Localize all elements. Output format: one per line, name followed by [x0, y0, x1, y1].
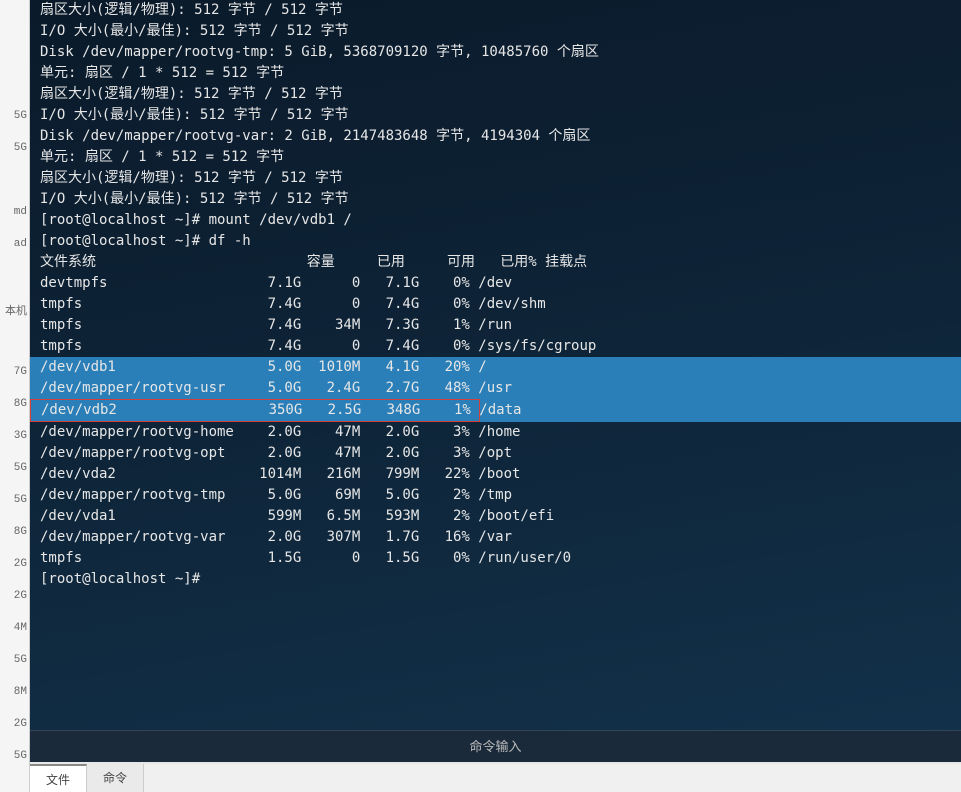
terminal-line: [root@localhost ~]# mount /dev/vdb1 /	[40, 210, 951, 231]
terminal-line: 扇区大小(逻辑/物理): 512 字节 / 512 字节	[40, 84, 951, 105]
tab-file[interactable]: 文件	[30, 764, 87, 792]
left-size-label: 2G	[14, 558, 27, 570]
df-row: tmpfs 7.4G 34M 7.3G 1% /run	[40, 315, 951, 336]
df-row: /dev/mapper/rootvg-tmp 5.0G 69M 5.0G 2% …	[40, 485, 951, 506]
left-size-label: md	[14, 206, 27, 218]
left-size-label: 7G	[14, 366, 27, 378]
left-size-label: 2G	[14, 718, 27, 730]
terminal-line: 扇区大小(逻辑/物理): 512 字节 / 512 字节	[40, 168, 951, 189]
df-row: /dev/mapper/rootvg-usr 5.0G 2.4G 2.7G 48…	[40, 378, 951, 399]
left-size-label: 4M	[14, 622, 27, 634]
left-size-label: ad	[14, 238, 27, 250]
left-size-label: 3G	[14, 430, 27, 442]
left-size-label: 8G	[14, 526, 27, 538]
terminal-line: 扇区大小(逻辑/物理): 512 字节 / 512 字节	[40, 0, 951, 21]
highlighted-box: /dev/vdb2 350G 2.5G 348G 1% /data	[30, 399, 480, 422]
left-size-label: 5G	[14, 462, 27, 474]
left-size-label: 8M	[14, 686, 27, 698]
df-row: /dev/mapper/rootvg-opt 2.0G 47M 2.0G 3% …	[40, 443, 951, 464]
left-sidebar: 5G 5G md ad 本机 7G 8G 3G 5G 5G 8G 2G 2G 4M 5G 8M 2G 5G	[0, 0, 30, 792]
terminal-line: I/O 大小(最小/最佳): 512 字节 / 512 字节	[40, 189, 951, 210]
highlighted-row: /dev/vdb1 5.0G 1010M 4.1G 20% /	[30, 357, 961, 378]
df-row: tmpfs 7.4G 0 7.4G 0% /sys/fs/cgroup	[40, 336, 951, 357]
df-row: /dev/vda1 599M 6.5M 593M 2% /boot/efi	[40, 506, 951, 527]
highlighted-row: /dev/mapper/rootvg-usr 5.0G 2.4G 2.7G 48…	[30, 378, 961, 399]
df-row: tmpfs 7.4G 0 7.4G 0% /dev/shm	[40, 294, 951, 315]
left-size-label: 5G	[14, 750, 27, 762]
terminal-output[interactable]: 扇区大小(逻辑/物理): 512 字节 / 512 字节I/O 大小(最小/最佳…	[30, 0, 961, 740]
shell-prompt[interactable]: [root@localhost ~]#	[40, 569, 951, 590]
left-size-label: 本机	[5, 302, 27, 318]
df-row: /dev/vdb1 5.0G 1010M 4.1G 20% /	[40, 357, 951, 378]
df-header: 文件系统 容量 已用 可用 已用% 挂载点	[40, 252, 951, 273]
terminal-line: 单元: 扇区 / 1 * 512 = 512 字节	[40, 147, 951, 168]
left-size-label: 8G	[14, 398, 27, 410]
df-row: /dev/mapper/rootvg-home 2.0G 47M 2.0G 3%…	[40, 422, 951, 443]
df-row: /dev/vda2 1014M 216M 799M 22% /boot	[40, 464, 951, 485]
terminal-line: [root@localhost ~]# df -h	[40, 231, 951, 252]
df-row: /dev/mapper/rootvg-var 2.0G 307M 1.7G 16…	[40, 527, 951, 548]
terminal-line: I/O 大小(最小/最佳): 512 字节 / 512 字节	[40, 105, 951, 126]
bottom-tabs: 文件 命令	[30, 764, 961, 792]
df-row: /dev/vdb2 350G 2.5G 348G 1% /data	[40, 399, 951, 422]
command-input-bar[interactable]: 命令输入	[30, 730, 961, 762]
left-size-label: 5G	[14, 654, 27, 666]
left-size-label: 5G	[14, 494, 27, 506]
terminal-line: I/O 大小(最小/最佳): 512 字节 / 512 字节	[40, 21, 951, 42]
df-row: devtmpfs 7.1G 0 7.1G 0% /dev	[40, 273, 951, 294]
left-size-label: 5G	[14, 142, 27, 154]
command-input-placeholder: 命令输入	[469, 739, 521, 754]
tab-command[interactable]: 命令	[87, 764, 144, 792]
left-size-label: 5G	[14, 110, 27, 122]
left-size-label: 2G	[14, 590, 27, 602]
terminal-line: Disk /dev/mapper/rootvg-var: 2 GiB, 2147…	[40, 126, 951, 147]
terminal-line: 单元: 扇区 / 1 * 512 = 512 字节	[40, 63, 951, 84]
terminal-line: Disk /dev/mapper/rootvg-tmp: 5 GiB, 5368…	[40, 42, 951, 63]
df-row: tmpfs 1.5G 0 1.5G 0% /run/user/0	[40, 548, 951, 569]
